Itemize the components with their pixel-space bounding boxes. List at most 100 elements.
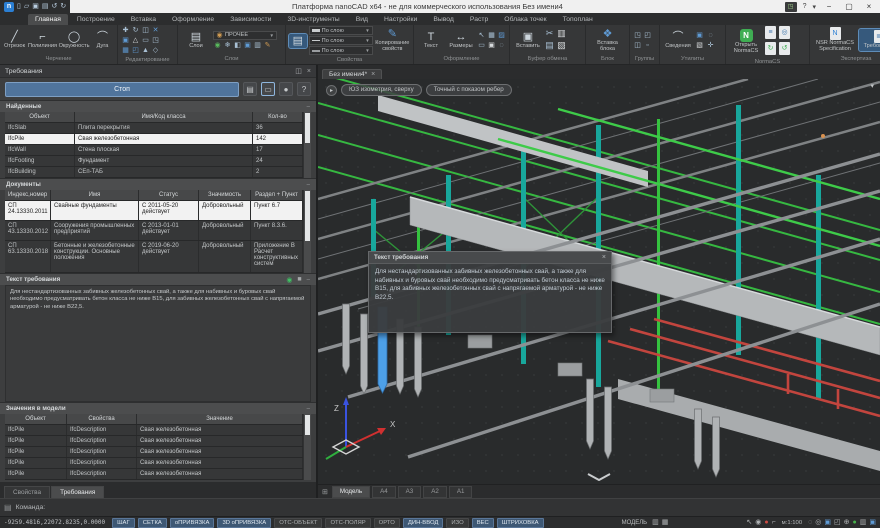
dimensions-button[interactable]: ↔Размеры: [447, 30, 475, 51]
insert-block-button[interactable]: ❖Вставка блока: [589, 27, 626, 54]
move-icon[interactable]: ✚: [121, 26, 130, 35]
match-properties-button[interactable]: ✎Копирование свойств: [375, 27, 410, 54]
scrollbar-thumb[interactable]: [305, 191, 310, 241]
table-row[interactable]: IfcBuilding СЕп-ТАБ 2: [5, 167, 303, 178]
group-select-icon[interactable]: ▫: [643, 41, 652, 50]
offset-icon[interactable]: ◳: [151, 36, 160, 45]
record-icon[interactable]: ●: [764, 518, 768, 528]
tab-topoplan[interactable]: Топоплан: [556, 14, 600, 25]
sheet-tab-model[interactable]: Модель: [332, 486, 370, 498]
section-requirement-text[interactable]: Текст требования ◉ ■ –: [0, 273, 316, 285]
line-button[interactable]: ╱Отрезок: [3, 30, 26, 51]
erase-icon[interactable]: ✕: [151, 26, 160, 35]
apply-icon[interactable]: ◉: [286, 276, 292, 284]
help-button[interactable]: ?: [297, 82, 311, 96]
normacs-update-doc-icon[interactable]: ↺: [779, 42, 790, 55]
toggle-polar[interactable]: ОТС-ПОЛЯР: [325, 518, 370, 528]
collapse-icon[interactable]: –: [307, 182, 310, 188]
panel-close-icon[interactable]: ×: [307, 68, 311, 75]
measure-button[interactable]: ⌒Сведения: [663, 30, 693, 51]
properties-palette-button[interactable]: ▤: [289, 34, 307, 48]
nanocad-logo-icon[interactable]: n: [4, 2, 14, 12]
command-history-icon[interactable]: ▤: [4, 503, 12, 512]
help-chevron-icon[interactable]: ▾: [812, 3, 816, 11]
scrollbar[interactable]: [304, 190, 311, 273]
toggle-snap[interactable]: ШАГ: [112, 518, 135, 528]
ungroup-icon[interactable]: ◫: [633, 41, 642, 50]
viewport-dropdown-icon[interactable]: ▾: [870, 82, 874, 90]
open-file-icon[interactable]: ▱: [24, 2, 29, 11]
layer-select[interactable]: ◉ ПРОЧЕЕ ▼: [213, 31, 277, 40]
toggle-dyn-input[interactable]: ДИН-ВВОД: [403, 518, 444, 528]
save-icon[interactable]: ▣: [32, 2, 39, 11]
scale-icon[interactable]: △: [131, 36, 140, 45]
toggle-3d-osnap[interactable]: 3D оПРИВЯЗКА: [217, 518, 271, 528]
tab-zavisimosti[interactable]: Зависимости: [223, 14, 278, 25]
arc-button[interactable]: ⌒Дуга: [91, 30, 114, 51]
layers-button[interactable]: ▤Слои: [181, 30, 211, 51]
table-row[interactable]: IfcWall Стена плоская 17: [5, 145, 303, 156]
region-icon[interactable]: ▧: [695, 41, 704, 50]
collapse-icon[interactable]: –: [307, 104, 310, 110]
normacs-doc-icon[interactable]: ≡: [765, 26, 776, 39]
screen-icon[interactable]: ▣: [824, 518, 831, 528]
normacs-search-doc-icon[interactable]: ◎: [779, 26, 790, 39]
table-row-selected[interactable]: IfcPile Свая железобетонная 142: [5, 134, 303, 145]
tab-vid[interactable]: Вид: [349, 14, 375, 25]
help-menu[interactable]: ?: [803, 3, 807, 10]
fillet-icon[interactable]: ◰: [131, 46, 140, 55]
table-row-selected[interactable]: СП 24.13330.2011 Свайные фундаменты С 20…: [5, 201, 303, 221]
stop-icon[interactable]: ■: [297, 276, 301, 283]
zoom-icon[interactable]: ◎: [815, 518, 821, 528]
paper-model-icon[interactable]: ▥: [652, 518, 659, 528]
model-canvas[interactable]: Z X ▸ ЮЗ изометрия, сверху Точный с пока…: [318, 79, 880, 484]
table-row[interactable]: IfcPile IfcDescription Свая железобетонн…: [5, 458, 303, 469]
lamp-icon[interactable]: ◉: [755, 518, 761, 528]
report-button[interactable]: ▤: [243, 82, 257, 96]
close-button[interactable]: ×: [862, 0, 876, 13]
scrollbar[interactable]: [304, 112, 311, 178]
style-icon[interactable]: ▣: [487, 41, 496, 50]
section-documents[interactable]: Документы –: [0, 178, 316, 190]
layers-status-icon[interactable]: ▥: [860, 518, 867, 528]
viewport-menu-icon[interactable]: ▸: [326, 85, 337, 96]
open-normacs-button[interactable]: NОткрыть NormaCS: [729, 28, 763, 56]
tab-close-icon[interactable]: ×: [371, 71, 375, 78]
drawing-tab[interactable]: Без имени4* ×: [322, 69, 382, 79]
wheel-icon[interactable]: ◌: [808, 518, 812, 528]
tab-requirements[interactable]: Требования: [51, 486, 104, 498]
minimize-button[interactable]: −: [822, 0, 836, 13]
mirror-icon[interactable]: ◫: [141, 26, 150, 35]
3d-mode-icon[interactable]: ◳: [785, 2, 797, 12]
hatch-icon[interactable]: ▨: [497, 31, 506, 40]
paste-button[interactable]: ▣Вставить: [513, 30, 543, 51]
toggle-osnap[interactable]: оПРИВЯЗКА: [170, 518, 215, 528]
sheet-tab-a2[interactable]: А2: [423, 486, 447, 498]
pick-frame-button[interactable]: ▭: [261, 82, 275, 96]
group-edit-icon[interactable]: ◰: [643, 31, 652, 40]
sheet-tab-a1[interactable]: А1: [449, 486, 473, 498]
requirements-button[interactable]: ≣Требования: [859, 29, 880, 51]
mtext-icon[interactable]: ▭: [477, 41, 486, 50]
display-settings-icon[interactable]: ▣: [869, 518, 876, 528]
toggle-grid[interactable]: СЕТКА: [138, 518, 167, 528]
table-row[interactable]: IfcPile IfcDescription Свая железобетонн…: [5, 469, 303, 480]
copy-icon[interactable]: ▥: [557, 29, 566, 38]
paste-special-icon[interactable]: ▧: [557, 41, 566, 50]
collapse-icon[interactable]: –: [307, 277, 310, 283]
ruler-icon[interactable]: ⌐: [772, 518, 776, 528]
toggle-ortho[interactable]: ОРТО: [374, 518, 400, 528]
stretch-icon[interactable]: ▲: [141, 46, 150, 55]
scrollbar[interactable]: [304, 414, 311, 480]
layer-current-icon[interactable]: ✎: [263, 41, 272, 50]
layer-on-icon[interactable]: ◉: [213, 41, 222, 50]
normacs-status-icon[interactable]: ●: [853, 518, 857, 528]
settings-button[interactable]: ●: [279, 82, 293, 96]
cut-icon[interactable]: ✂: [545, 29, 554, 38]
sheet-setup-icon[interactable]: ▦: [662, 518, 669, 528]
color-select[interactable]: По слою▼: [309, 26, 373, 35]
tab-postroenie[interactable]: Построение: [70, 14, 122, 25]
undo-icon[interactable]: ↺: [52, 2, 58, 11]
tooltip-close-icon[interactable]: ×: [602, 254, 606, 261]
circle-button[interactable]: ◯Окружность: [59, 30, 89, 51]
